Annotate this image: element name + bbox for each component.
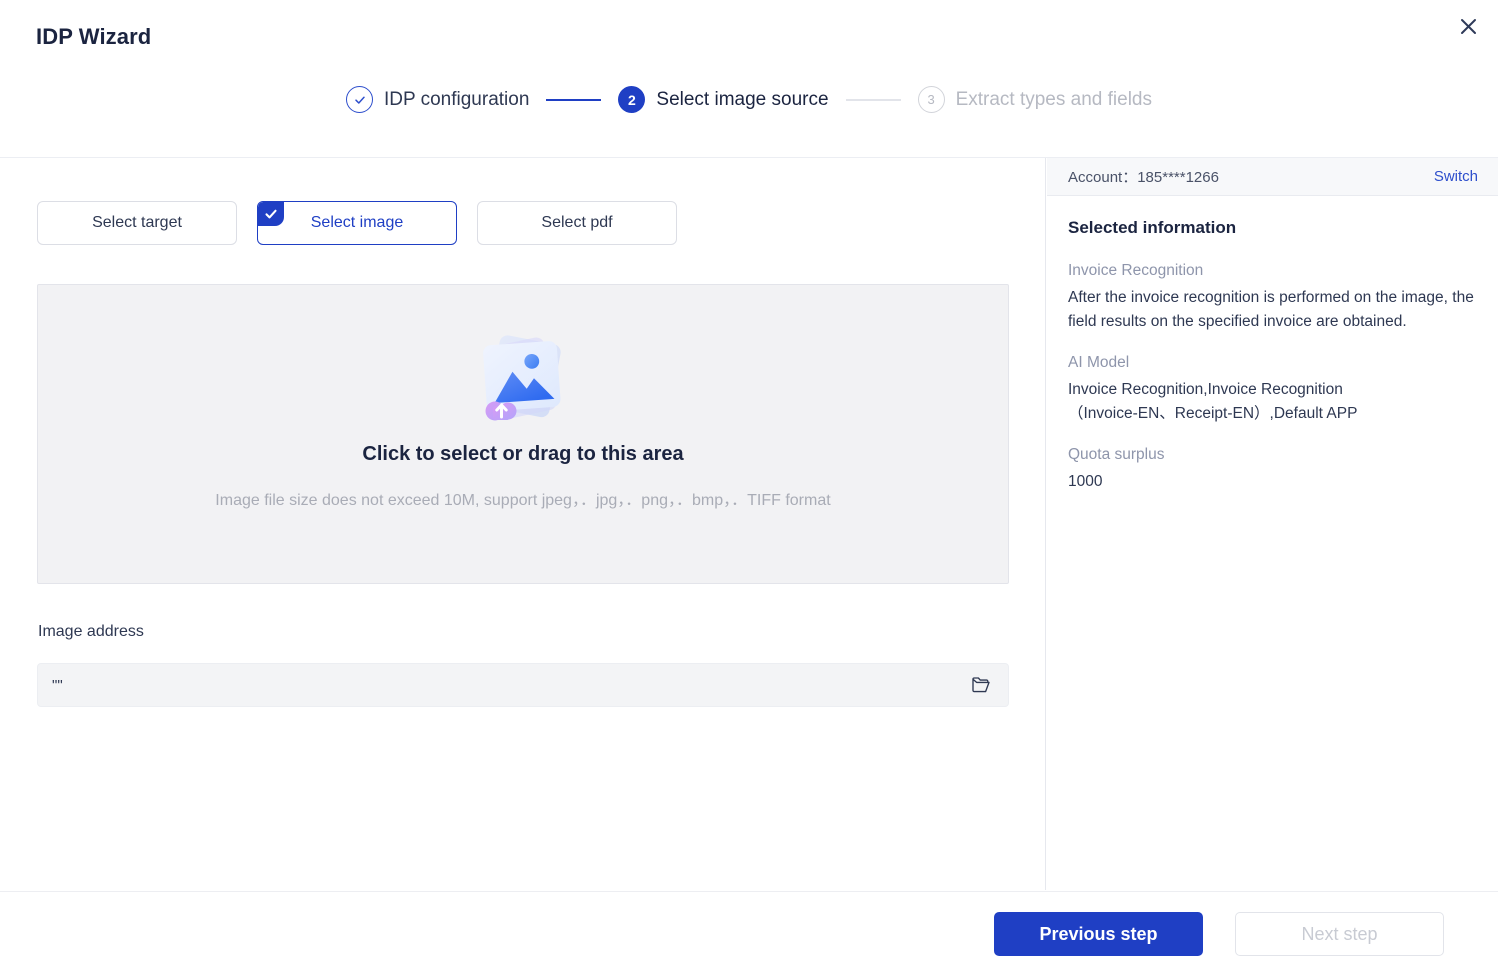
selected-check-badge [258,202,284,226]
tab-select-image-label: Select image [310,214,404,231]
image-address-field[interactable] [37,663,1009,707]
check-icon [354,96,365,104]
step-1-label: IDP configuration [384,88,530,110]
info-field-value: Invoice Recognition,Invoice Recognition … [1068,381,1358,423]
dropzone-title: Click to select or drag to this area [362,443,684,465]
account-label: Account：185****1266 [1068,169,1219,186]
tab-select-target-label: Select target [92,214,182,231]
tab-select-pdf[interactable]: Select pdf [477,201,677,245]
selected-information-body: Selected information Invoice Recognition… [1047,196,1498,494]
info-field-key: Quota surplus [1068,446,1165,464]
switch-account-link[interactable]: Switch [1434,168,1478,185]
footer-actions: Previous step Next step [994,912,1444,956]
tab-select-image[interactable]: Select image [257,201,457,245]
info-field-key: Invoice Recognition [1068,262,1204,279]
tab-select-target[interactable]: Select target [37,201,237,245]
source-selection-pane: Select target Select image Select pdf Cl… [0,158,1046,890]
wizard-header: IDP Wizard IDP configuration 2 Select im… [0,0,1498,158]
file-dropzone[interactable]: Click to select or drag to this area Ima… [37,284,1009,584]
info-field-quota-surplus: Quota surplus 1000 [1068,446,1477,494]
selected-information-heading: Selected information [1068,218,1237,237]
account-bar: Account：185****1266 Switch [1047,158,1498,196]
step-connector-2 [845,98,901,101]
next-step-button: Next step [1235,912,1444,956]
wizard-body: Select target Select image Select pdf Cl… [0,158,1498,890]
wizard-footer: Previous step Next step [0,891,1498,973]
info-field-ai-model: AI Model Invoice Recognition,Invoice Rec… [1068,354,1477,426]
tab-select-pdf-label: Select pdf [541,214,613,231]
step-extract-types-and-fields[interactable]: 3 Extract types and fields [917,86,1152,113]
image-address-label: Image address [38,623,144,640]
image-upload-icon [471,327,575,431]
info-field-value: 1000 [1068,473,1103,491]
selected-information-pane: Account：185****1266 Switch Selected info… [1047,158,1498,890]
step-select-image-source[interactable]: 2 Select image source [618,86,829,113]
folder-icon[interactable] [968,672,994,698]
close-button[interactable] [1452,10,1484,42]
info-field-value: After the invoice recognition is perform… [1068,289,1474,331]
step-1-indicator [346,86,373,113]
step-connector-1 [546,98,602,101]
step-idp-configuration[interactable]: IDP configuration [346,86,529,113]
info-field-invoice-recognition: Invoice Recognition After the invoice re… [1068,262,1477,334]
source-type-tabs: Select target Select image Select pdf [37,201,677,245]
step-3-indicator: 3 [917,86,945,113]
info-field-key: AI Model [1068,354,1130,372]
dropzone-hint: Image file size does not exceed 10M, sup… [215,492,831,509]
step-2-indicator: 2 [618,86,646,113]
step-2-label: Select image source [656,88,829,110]
previous-step-button[interactable]: Previous step [994,912,1203,956]
close-icon [1459,17,1478,36]
image-address-input[interactable] [52,676,968,694]
check-icon [265,209,277,219]
wizard-stepper: IDP configuration 2 Select image source … [0,86,1498,113]
page-title: IDP Wizard [36,24,152,49]
step-3-label: Extract types and fields [955,88,1152,110]
